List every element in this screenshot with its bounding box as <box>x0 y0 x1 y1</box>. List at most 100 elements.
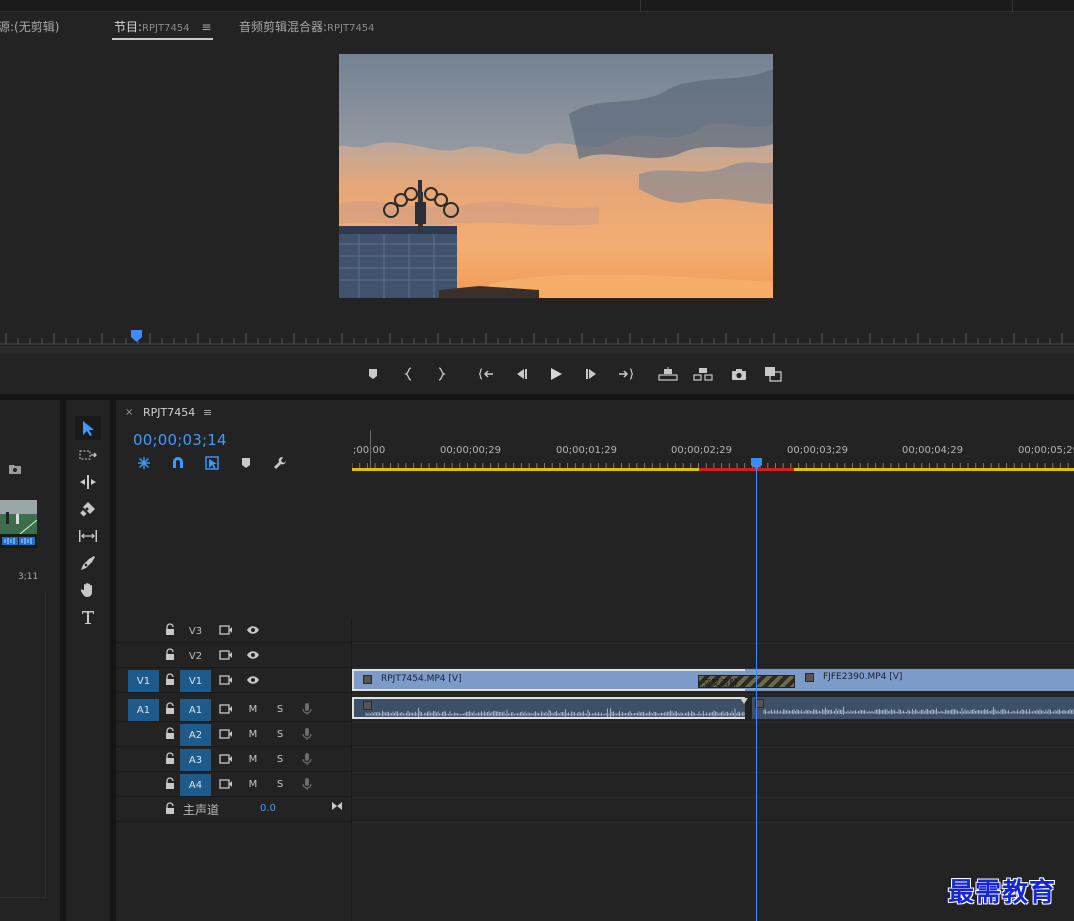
tab-audio-clip-mixer[interactable]: 音频剪辑混合器:RPJT7454 <box>239 18 375 35</box>
microphone-icon[interactable] <box>300 702 314 716</box>
program-video-frame <box>339 54 773 298</box>
source-patch-v1[interactable]: V1 <box>128 670 159 692</box>
microphone-icon[interactable] <box>300 777 314 791</box>
mute-button[interactable]: M <box>246 753 260 765</box>
track-target-a3[interactable]: A3 <box>180 749 211 771</box>
timeline-settings-button[interactable] <box>270 454 290 472</box>
arrow-cursor-icon <box>83 421 94 436</box>
monitor-playhead[interactable] <box>131 330 142 342</box>
timeline-playhead[interactable] <box>751 458 762 469</box>
linked-selection-toggle[interactable] <box>202 454 222 472</box>
lock-icon[interactable] <box>164 648 176 662</box>
tab-mixer-label: RPJT7454 <box>327 23 375 34</box>
mute-button[interactable]: M <box>246 778 260 790</box>
transition-label: 交叉溶解 <box>702 679 739 689</box>
mute-button[interactable]: M <box>246 728 260 740</box>
ruler-tick-label: 00;00;03;29 <box>787 445 849 456</box>
solo-button[interactable]: S <box>273 703 287 715</box>
lock-icon[interactable] <box>164 727 176 741</box>
sync-lock-icon[interactable] <box>219 674 233 686</box>
hand-tool[interactable] <box>75 578 101 602</box>
bin-clip-thumbnail[interactable] <box>0 500 37 548</box>
add-marker-button-timeline[interactable] <box>236 454 256 472</box>
track-row-divider <box>352 747 1074 748</box>
track-target-v2[interactable]: V2 <box>180 645 211 667</box>
sync-lock-icon[interactable] <box>219 728 233 740</box>
sequence-tab-label[interactable]: RPJT7454 <box>143 406 195 419</box>
extract-button[interactable] <box>692 362 714 386</box>
sync-lock-icon[interactable] <box>219 624 233 636</box>
type-tool[interactable] <box>75 605 101 629</box>
close-sequence-icon[interactable]: × <box>125 407 133 418</box>
mark-in-button[interactable] <box>398 362 420 386</box>
lock-icon[interactable] <box>164 752 176 766</box>
razor-tool[interactable] <box>75 497 101 521</box>
fx-badge-icon <box>363 675 372 684</box>
track-target-v1[interactable]: V1 <box>180 670 211 692</box>
sequence-menu-icon[interactable]: ≡ <box>203 406 212 419</box>
tab-program[interactable]: 节目:RPJT7454 ≡ <box>112 18 214 40</box>
new-bin-icon[interactable] <box>8 463 22 478</box>
track-header-a4: A4 M S <box>116 772 352 797</box>
edit-point-marker[interactable] <box>740 694 748 704</box>
source-patch-a1[interactable]: A1 <box>128 699 159 721</box>
monitor-time-ruler[interactable] <box>0 330 1074 346</box>
tab-source[interactable]: 源:(无剪辑) <box>0 18 59 35</box>
playhead-line <box>756 469 757 921</box>
solo-button[interactable]: S <box>273 728 287 740</box>
nest-toggle[interactable] <box>134 454 154 472</box>
step-forward-button[interactable] <box>581 362 603 386</box>
playhead-timecode[interactable]: 00;00;03;14 <box>133 431 227 449</box>
go-to-in-button[interactable] <box>476 362 498 386</box>
mark-out-button[interactable] <box>430 362 452 386</box>
microphone-icon[interactable] <box>300 727 314 741</box>
razor-icon <box>80 502 95 517</box>
eye-icon[interactable] <box>246 649 260 661</box>
track-target-v3[interactable]: V3 <box>180 620 211 642</box>
lift-button[interactable] <box>657 362 679 386</box>
sync-lock-icon[interactable] <box>219 778 233 790</box>
track-select-icon <box>79 450 97 460</box>
track-select-tool[interactable] <box>75 443 101 467</box>
lock-icon[interactable] <box>164 777 176 791</box>
master-bowtie-icon[interactable] <box>331 800 343 812</box>
panel-menu-icon[interactable]: ≡ <box>201 20 211 34</box>
audio-clip-1[interactable] <box>352 697 745 719</box>
master-volume-value[interactable]: 0.0 <box>260 803 276 814</box>
track-header-a1: A1 A1 M S <box>116 697 352 722</box>
sync-lock-icon[interactable] <box>219 703 233 715</box>
lock-icon[interactable] <box>164 702 176 716</box>
selection-tool[interactable] <box>75 416 101 440</box>
audio-clip-2[interactable] <box>752 697 1074 719</box>
step-back-button[interactable] <box>510 362 532 386</box>
ruler-ticks <box>0 333 1074 345</box>
slip-tool[interactable] <box>75 524 101 548</box>
snap-toggle[interactable] <box>168 454 188 472</box>
play-button[interactable] <box>545 362 567 386</box>
eye-icon[interactable] <box>246 674 260 686</box>
monitor-zoom-bar[interactable] <box>0 346 1074 354</box>
top-panel-strip <box>0 0 1074 12</box>
track-target-a1[interactable]: A1 <box>180 699 211 721</box>
lock-icon[interactable] <box>164 673 176 687</box>
mute-button[interactable]: M <box>246 703 260 715</box>
export-frame-button[interactable] <box>728 362 750 386</box>
eye-icon[interactable] <box>246 624 260 636</box>
tab-program-label: RPJT7454 <box>142 23 190 34</box>
sync-lock-icon[interactable] <box>219 649 233 661</box>
track-target-a2[interactable]: A2 <box>180 724 211 746</box>
tab-program-prefix: 节目: <box>114 20 143 34</box>
track-target-a4[interactable]: A4 <box>180 774 211 796</box>
solo-button[interactable]: S <box>273 753 287 765</box>
video-clip-1[interactable]: RPJT7454.MP4 [V] <box>352 669 745 691</box>
lock-icon[interactable] <box>164 623 176 637</box>
go-to-out-button[interactable] <box>614 362 636 386</box>
comparison-view-button[interactable] <box>762 362 784 386</box>
pen-tool[interactable] <box>75 551 101 575</box>
microphone-icon[interactable] <box>300 752 314 766</box>
sync-lock-icon[interactable] <box>219 753 233 765</box>
add-marker-button[interactable] <box>362 362 384 386</box>
solo-button[interactable]: S <box>273 778 287 790</box>
ripple-edit-tool[interactable] <box>75 470 101 494</box>
lock-icon[interactable] <box>164 802 176 816</box>
